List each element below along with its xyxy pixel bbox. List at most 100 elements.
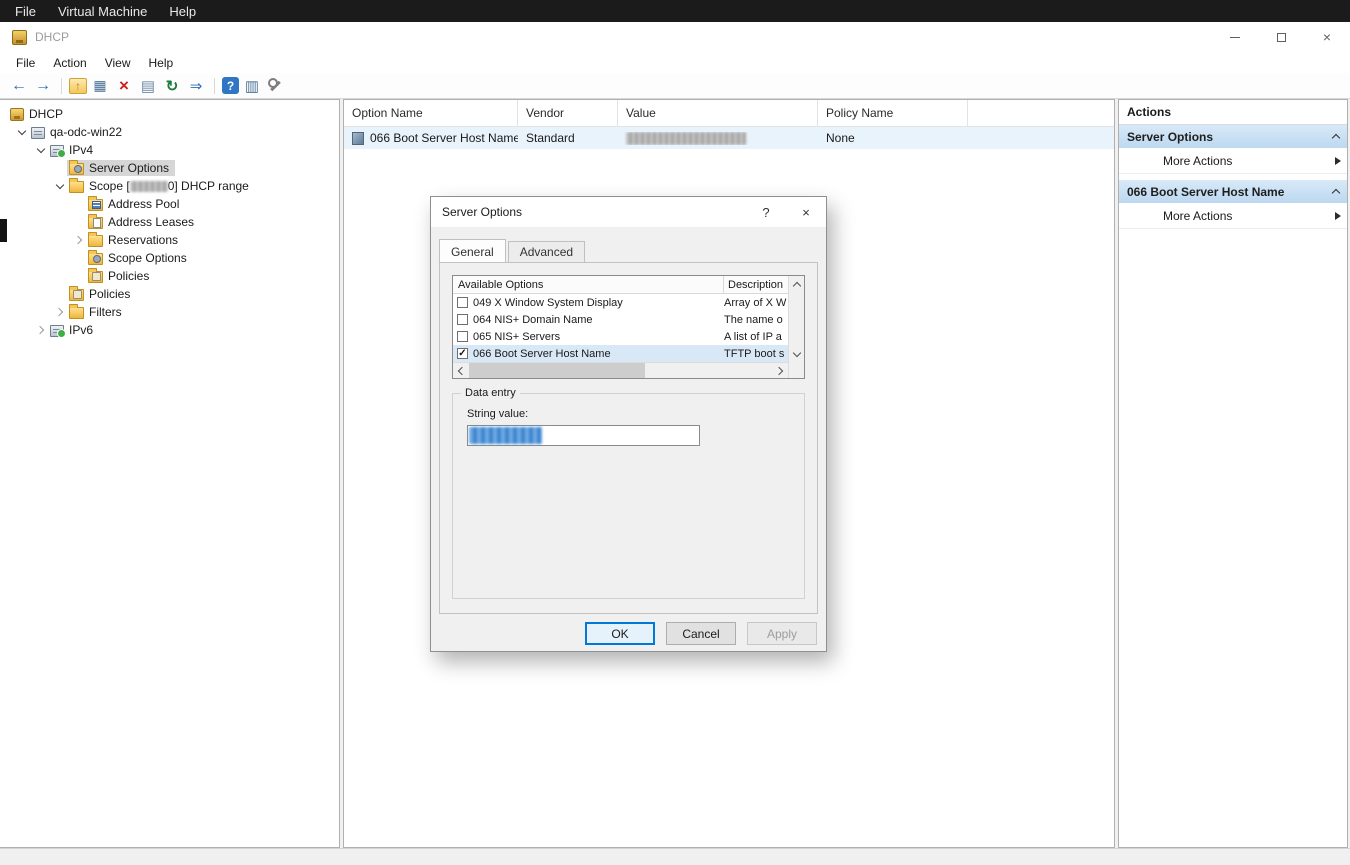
tree-item-scope-options[interactable]: Scope Options [0,249,339,267]
expand-expander-icon[interactable] [52,305,67,320]
option-row-066[interactable]: ✓066 Boot Server Host Name TFTP boot s [453,345,788,362]
dialog-close-button[interactable]: × [786,197,826,227]
status-bar [0,848,1350,865]
column-header-vendor[interactable]: Vendor [518,100,618,126]
maximize-button[interactable] [1258,22,1304,52]
export-list-icon[interactable]: ⇒ [185,76,207,96]
checkbox-064[interactable] [457,314,468,325]
scrollbar-track[interactable] [789,292,804,346]
dhcp-app-icon [12,30,27,45]
column-header-description[interactable]: Description [724,276,788,293]
option-name-cell: 066 Boot Server Host Name [370,131,518,145]
dialog-titlebar: Server Options ? × [431,197,826,227]
window-title: DHCP [35,30,69,44]
collapse-section-icon[interactable] [1332,134,1340,142]
apply-button[interactable]: Apply [747,622,817,645]
back-icon[interactable]: ← [8,76,30,96]
menu-view[interactable]: View [96,52,140,73]
address-pool-icon [88,199,103,211]
expand-expander-icon[interactable] [33,323,48,338]
submenu-arrow-icon [1335,157,1341,165]
tree-item-filters[interactable]: Filters [0,303,339,321]
configure-icon[interactable] [265,76,287,96]
filters-icon [69,307,84,319]
column-header-available-options[interactable]: Available Options [453,276,724,293]
column-header-value[interactable]: Value [618,100,818,126]
redacted-scope-ip [130,181,168,192]
minimize-icon [1230,37,1240,38]
host-edge-handle [0,219,7,242]
expand-expander-icon[interactable] [71,233,86,248]
scroll-left-icon[interactable] [453,363,469,379]
tree-item-scope-policies[interactable]: Policies [0,267,339,285]
host-menu-virtual-machine[interactable]: Virtual Machine [47,0,158,22]
data-entry-group: Data entry String value: [452,393,805,599]
show-action-pane-icon[interactable]: ▥ [241,76,263,96]
tree-item-server-options[interactable]: Server Options [0,159,339,177]
redacted-string-value [469,427,542,444]
minimize-button[interactable] [1212,22,1258,52]
tab-panel-general: Available Options Description 049 X Wind… [439,262,818,614]
scrollbar-corner [789,362,804,378]
available-options-list: Available Options Description 049 X Wind… [452,275,805,379]
menu-file[interactable]: File [7,52,44,73]
tree-item-dhcp-root[interactable]: DHCP [0,105,339,123]
tab-advanced[interactable]: Advanced [508,241,585,264]
forward-icon[interactable]: → [32,76,54,96]
more-actions-066-boot-server[interactable]: More Actions [1119,203,1347,229]
table-row[interactable]: 066 Boot Server Host Name Standard None [344,127,1114,149]
string-value-input[interactable] [467,425,700,446]
scroll-up-icon[interactable] [789,276,804,292]
option-row-064[interactable]: 064 NIS+ Domain Name The name o [453,311,788,328]
checkbox-049[interactable] [457,297,468,308]
host-menu-file[interactable]: File [4,0,47,22]
option-row-065[interactable]: 065 NIS+ Servers A list of IP a [453,328,788,345]
dialog-help-button[interactable]: ? [746,197,786,227]
dialog-title: Server Options [442,205,522,219]
scrollbar-thumb[interactable] [469,363,645,379]
close-button[interactable]: × [1304,22,1350,52]
column-header-policy-name[interactable]: Policy Name [818,100,968,126]
host-menu-help[interactable]: Help [158,0,207,22]
menu-help[interactable]: Help [140,52,183,73]
app-menubar: File Action View Help [0,52,1350,73]
horizontal-scrollbar[interactable] [453,362,788,378]
ok-button[interactable]: OK [585,622,655,645]
collapse-expander-icon[interactable] [33,143,48,158]
tab-general[interactable]: General [439,239,506,262]
scroll-down-icon[interactable] [789,346,804,362]
toolbar: ← → ↑ ▦ × ▤ ↻ ⇒ ? ▥ [0,73,1350,99]
checkbox-065[interactable] [457,331,468,342]
tree-item-address-pool[interactable]: Address Pool [0,195,339,213]
vertical-scrollbar[interactable] [788,276,804,378]
tree-item-reservations[interactable]: Reservations [0,231,339,249]
help-icon[interactable]: ? [222,77,239,94]
column-header-option-name[interactable]: Option Name [344,100,518,126]
listview-header: Option Name Vendor Value Policy Name [344,100,1114,127]
option-row-049[interactable]: 049 X Window System Display Array of X W [453,294,788,311]
tree-item-server[interactable]: qa-odc-win22 [0,123,339,141]
checkbox-066[interactable]: ✓ [457,348,468,359]
tree-item-ipv6[interactable]: IPv6 [0,321,339,339]
collapse-expander-icon[interactable] [52,179,67,194]
tree-item-policies[interactable]: Policies [0,285,339,303]
more-actions-server-options[interactable]: More Actions [1119,148,1347,174]
tree-item-scope[interactable]: Scope [0] DHCP range [0,177,339,195]
collapse-section-icon[interactable] [1332,189,1340,197]
collapse-expander-icon[interactable] [14,125,29,140]
refresh-icon[interactable]: ↻ [161,76,183,96]
cancel-button[interactable]: Cancel [666,622,736,645]
show-console-tree-icon[interactable]: ▦ [89,76,111,96]
scroll-right-icon[interactable] [772,363,788,379]
tree-item-ipv4[interactable]: IPv4 [0,141,339,159]
tree-item-address-leases[interactable]: Address Leases [0,213,339,231]
delete-icon[interactable]: × [113,76,135,96]
redacted-value-cell [626,132,746,145]
up-one-level-icon[interactable]: ↑ [69,78,87,94]
actions-section-server-options[interactable]: Server Options [1119,125,1347,148]
actions-section-066-boot-server[interactable]: 066 Boot Server Host Name [1119,180,1347,203]
dialog-buttons: OK Cancel Apply [585,622,817,645]
actions-pane-title: Actions [1119,100,1347,125]
menu-action[interactable]: Action [44,52,95,73]
properties-icon[interactable]: ▤ [137,76,159,96]
